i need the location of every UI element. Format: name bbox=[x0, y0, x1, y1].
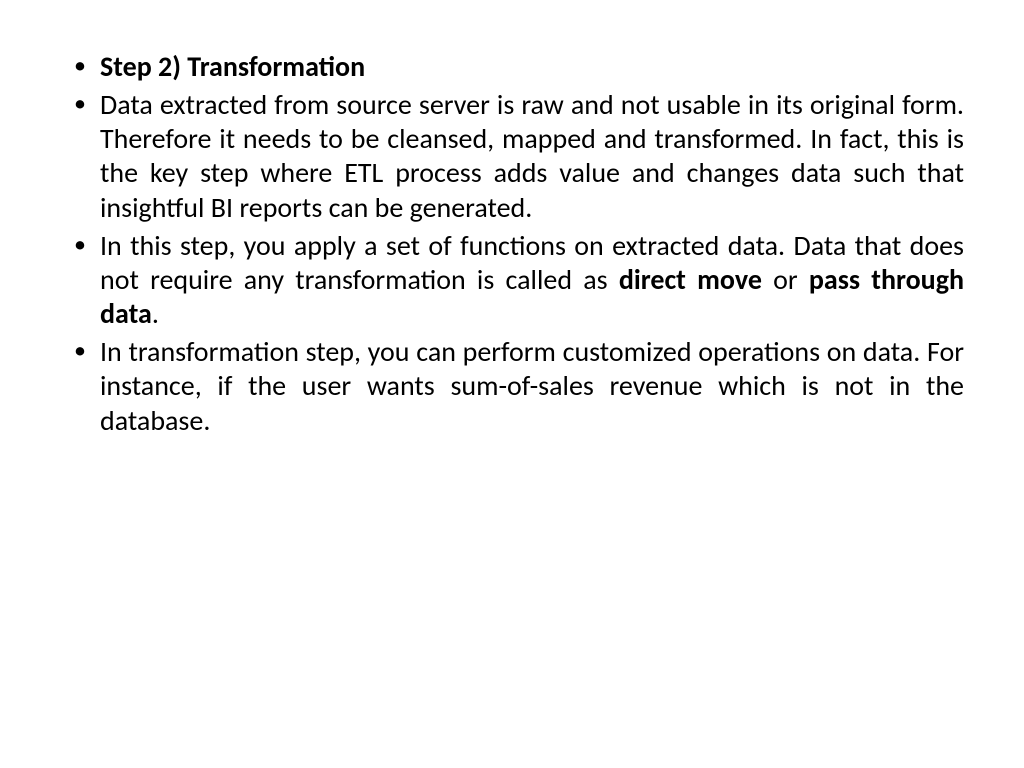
body-text: . bbox=[152, 296, 159, 331]
body-text: Data extracted from source server is raw… bbox=[100, 87, 964, 224]
bullet-item-heading: Step 2) Transformation bbox=[60, 50, 964, 84]
bullet-list: Step 2) Transformation Data extracted fr… bbox=[60, 50, 964, 438]
body-text: or bbox=[762, 262, 809, 297]
heading-text: Step 2) Transformation bbox=[100, 49, 365, 84]
bullet-item: Data extracted from source server is raw… bbox=[60, 88, 964, 225]
bullet-item: In this step, you apply a set of functio… bbox=[60, 229, 964, 331]
body-text: In transformation step, you can perform … bbox=[100, 334, 964, 437]
bold-term: direct move bbox=[619, 262, 762, 297]
bullet-item: In transformation step, you can perform … bbox=[60, 335, 964, 437]
